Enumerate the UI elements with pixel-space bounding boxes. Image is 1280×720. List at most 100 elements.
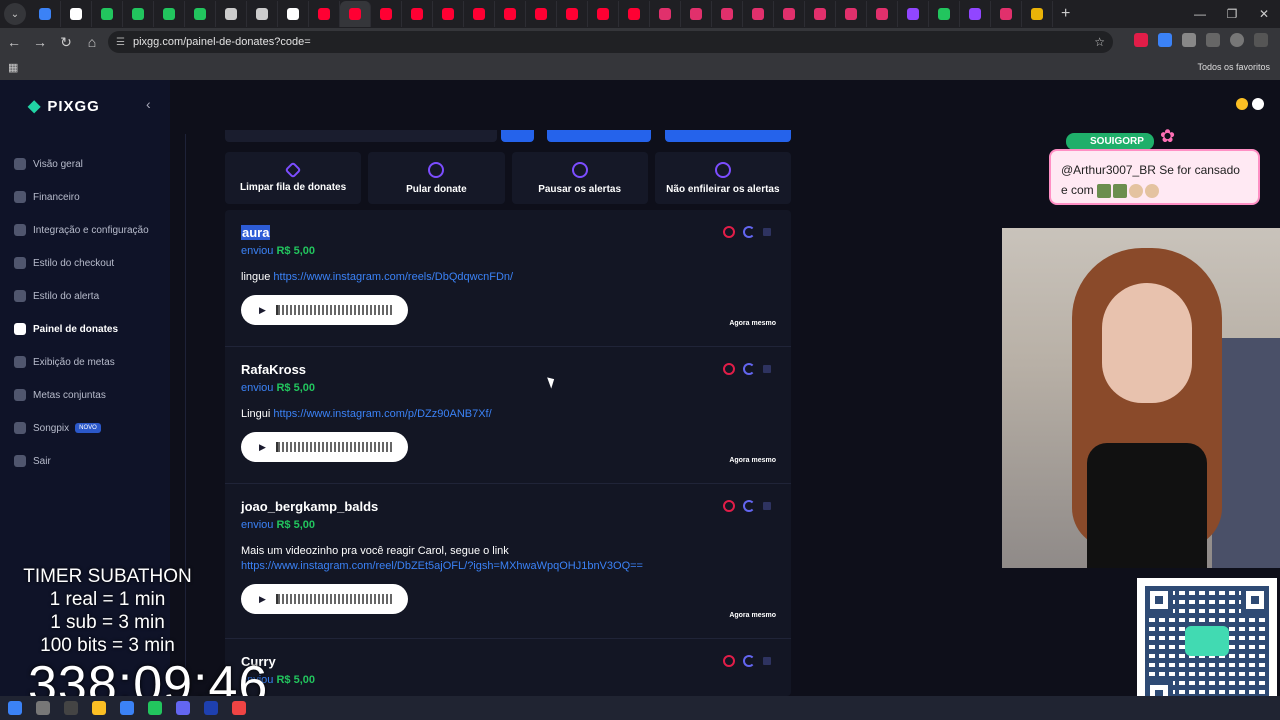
play-icon[interactable]: ▶ <box>259 594 266 605</box>
browser-tab[interactable] <box>898 1 929 27</box>
browser-tab[interactable] <box>340 1 371 27</box>
browser-tab[interactable] <box>774 1 805 27</box>
home-icon[interactable]: ⌂ <box>80 34 104 50</box>
waveform[interactable] <box>275 442 394 452</box>
explorer-icon[interactable] <box>92 701 106 715</box>
sidebar-item-estilo-alerta[interactable]: Estilo do alerta <box>14 282 149 310</box>
message-link[interactable]: https://www.instagram.com/reel/DbZEt5ajO… <box>241 560 776 572</box>
play-icon[interactable]: ▶ <box>259 305 266 316</box>
audio-player[interactable]: ▶ <box>241 295 408 325</box>
apps-grid-icon[interactable]: ▦ <box>8 61 18 74</box>
sidebar-item-estilo-checkout[interactable]: Estilo do checkout <box>14 249 149 277</box>
replay-icon[interactable] <box>743 655 755 667</box>
skip-icon[interactable] <box>763 502 771 510</box>
menu-icon[interactable] <box>1254 33 1268 47</box>
sidebar-item-integracao[interactable]: Integração e configuração <box>14 216 149 244</box>
reload-icon[interactable]: ↻ <box>54 34 78 51</box>
browser-tab[interactable] <box>960 1 991 27</box>
skip-donate-button[interactable]: Pular donate <box>368 152 505 204</box>
play-icon[interactable]: ▶ <box>259 442 266 453</box>
taskview-icon[interactable] <box>64 701 78 715</box>
clear-queue-button[interactable]: Limpar fila de donates <box>225 152 362 204</box>
forward-icon[interactable]: → <box>28 34 52 50</box>
close-icon[interactable]: ✕ <box>1248 0 1280 28</box>
site-info-icon[interactable]: ☰ <box>116 37 125 48</box>
sidebar-item-visao-geral[interactable]: Visão geral <box>14 150 149 178</box>
replay-icon[interactable] <box>743 226 755 238</box>
browser-tab[interactable] <box>805 1 836 27</box>
browser-tab[interactable] <box>464 1 495 27</box>
pixgg-logo[interactable]: ◆ PIXGG <box>28 96 100 116</box>
browser-tab[interactable] <box>836 1 867 27</box>
browser-tab[interactable] <box>526 1 557 27</box>
browser-tab[interactable] <box>557 1 588 27</box>
browser-tab[interactable] <box>588 1 619 27</box>
copy-button[interactable] <box>501 130 534 142</box>
tab-search-button[interactable]: ⌄ <box>4 3 26 25</box>
browser-tab[interactable] <box>185 1 216 27</box>
block-icon[interactable] <box>723 655 735 667</box>
waveform[interactable] <box>275 594 394 604</box>
discord-icon[interactable] <box>176 701 190 715</box>
extension-icon[interactable] <box>1134 33 1148 47</box>
back-icon[interactable]: ← <box>2 34 26 50</box>
sidebar-item-sair[interactable]: Sair <box>14 447 149 475</box>
browser-tab[interactable] <box>123 1 154 27</box>
browser-tab[interactable] <box>216 1 247 27</box>
sidebar-item-financeiro[interactable]: Financeiro <box>14 183 149 211</box>
start-icon[interactable] <box>8 701 22 715</box>
restore-icon[interactable]: ❐ <box>1216 0 1248 28</box>
minimize-icon[interactable]: — <box>1184 0 1216 28</box>
browser-tab[interactable] <box>278 1 309 27</box>
skip-icon[interactable] <box>763 228 771 236</box>
browser-tab[interactable] <box>650 1 681 27</box>
browser-tab[interactable] <box>743 1 774 27</box>
browser-tab[interactable] <box>154 1 185 27</box>
audio-player[interactable]: ▶ <box>241 584 408 614</box>
browser-tab[interactable] <box>433 1 464 27</box>
media-icon[interactable] <box>1206 33 1220 47</box>
replay-icon[interactable] <box>743 363 755 375</box>
browser-tab[interactable] <box>309 1 340 27</box>
replay-icon[interactable] <box>743 500 755 512</box>
message-link[interactable]: https://www.instagram.com/p/DZz90ANB7Xf/ <box>273 408 491 420</box>
search-icon[interactable] <box>36 701 50 715</box>
sidebar-item-exibicao-metas[interactable]: Exibição de metas <box>14 348 149 376</box>
profile-avatar[interactable] <box>1230 33 1244 47</box>
theme-toggle[interactable] <box>1236 98 1264 110</box>
address-bar[interactable]: ☰ pixgg.com/painel-de-donates?code= ☆ <box>108 31 1113 53</box>
browser-tab[interactable] <box>619 1 650 27</box>
block-icon[interactable] <box>723 500 735 512</box>
browser-tab[interactable] <box>30 1 61 27</box>
browser-tab[interactable] <box>92 1 123 27</box>
block-icon[interactable] <box>723 363 735 375</box>
sidebar-item-songpix[interactable]: Songpix NOVO <box>14 414 149 442</box>
test-button[interactable] <box>547 130 651 142</box>
browser-tab[interactable] <box>867 1 898 27</box>
waveform[interactable] <box>275 305 394 315</box>
browser-tab[interactable] <box>712 1 743 27</box>
skip-icon[interactable] <box>763 365 771 373</box>
bookmark-star-icon[interactable]: ☆ <box>1094 35 1105 49</box>
browser-tab[interactable] <box>991 1 1022 27</box>
extension-icon[interactable] <box>1158 33 1172 47</box>
sidebar-item-metas-conjuntas[interactable]: Metas conjuntas <box>14 381 149 409</box>
extensions-puzzle-icon[interactable] <box>1182 33 1196 47</box>
skip-icon[interactable] <box>763 657 771 665</box>
collapse-sidebar-icon[interactable]: ‹ <box>146 96 151 112</box>
pause-alerts-button[interactable]: Pausar os alertas <box>511 152 648 204</box>
open-button[interactable] <box>665 130 791 142</box>
no-queue-alerts-button[interactable]: Não enfileirar os alertas <box>654 152 791 204</box>
store-icon[interactable] <box>120 701 134 715</box>
sidebar-item-painel-donates[interactable]: Painel de donates <box>14 315 149 343</box>
message-link[interactable]: https://www.instagram.com/reels/DbQdqwcn… <box>273 271 513 283</box>
browser-tab[interactable] <box>371 1 402 27</box>
new-tab-button[interactable]: + <box>1061 5 1070 23</box>
audio-player[interactable]: ▶ <box>241 432 408 462</box>
browser-tab[interactable] <box>61 1 92 27</box>
block-icon[interactable] <box>723 226 735 238</box>
url-input[interactable] <box>225 130 497 142</box>
browser-tab[interactable] <box>402 1 433 27</box>
browser-tab[interactable] <box>929 1 960 27</box>
word-icon[interactable] <box>204 701 218 715</box>
